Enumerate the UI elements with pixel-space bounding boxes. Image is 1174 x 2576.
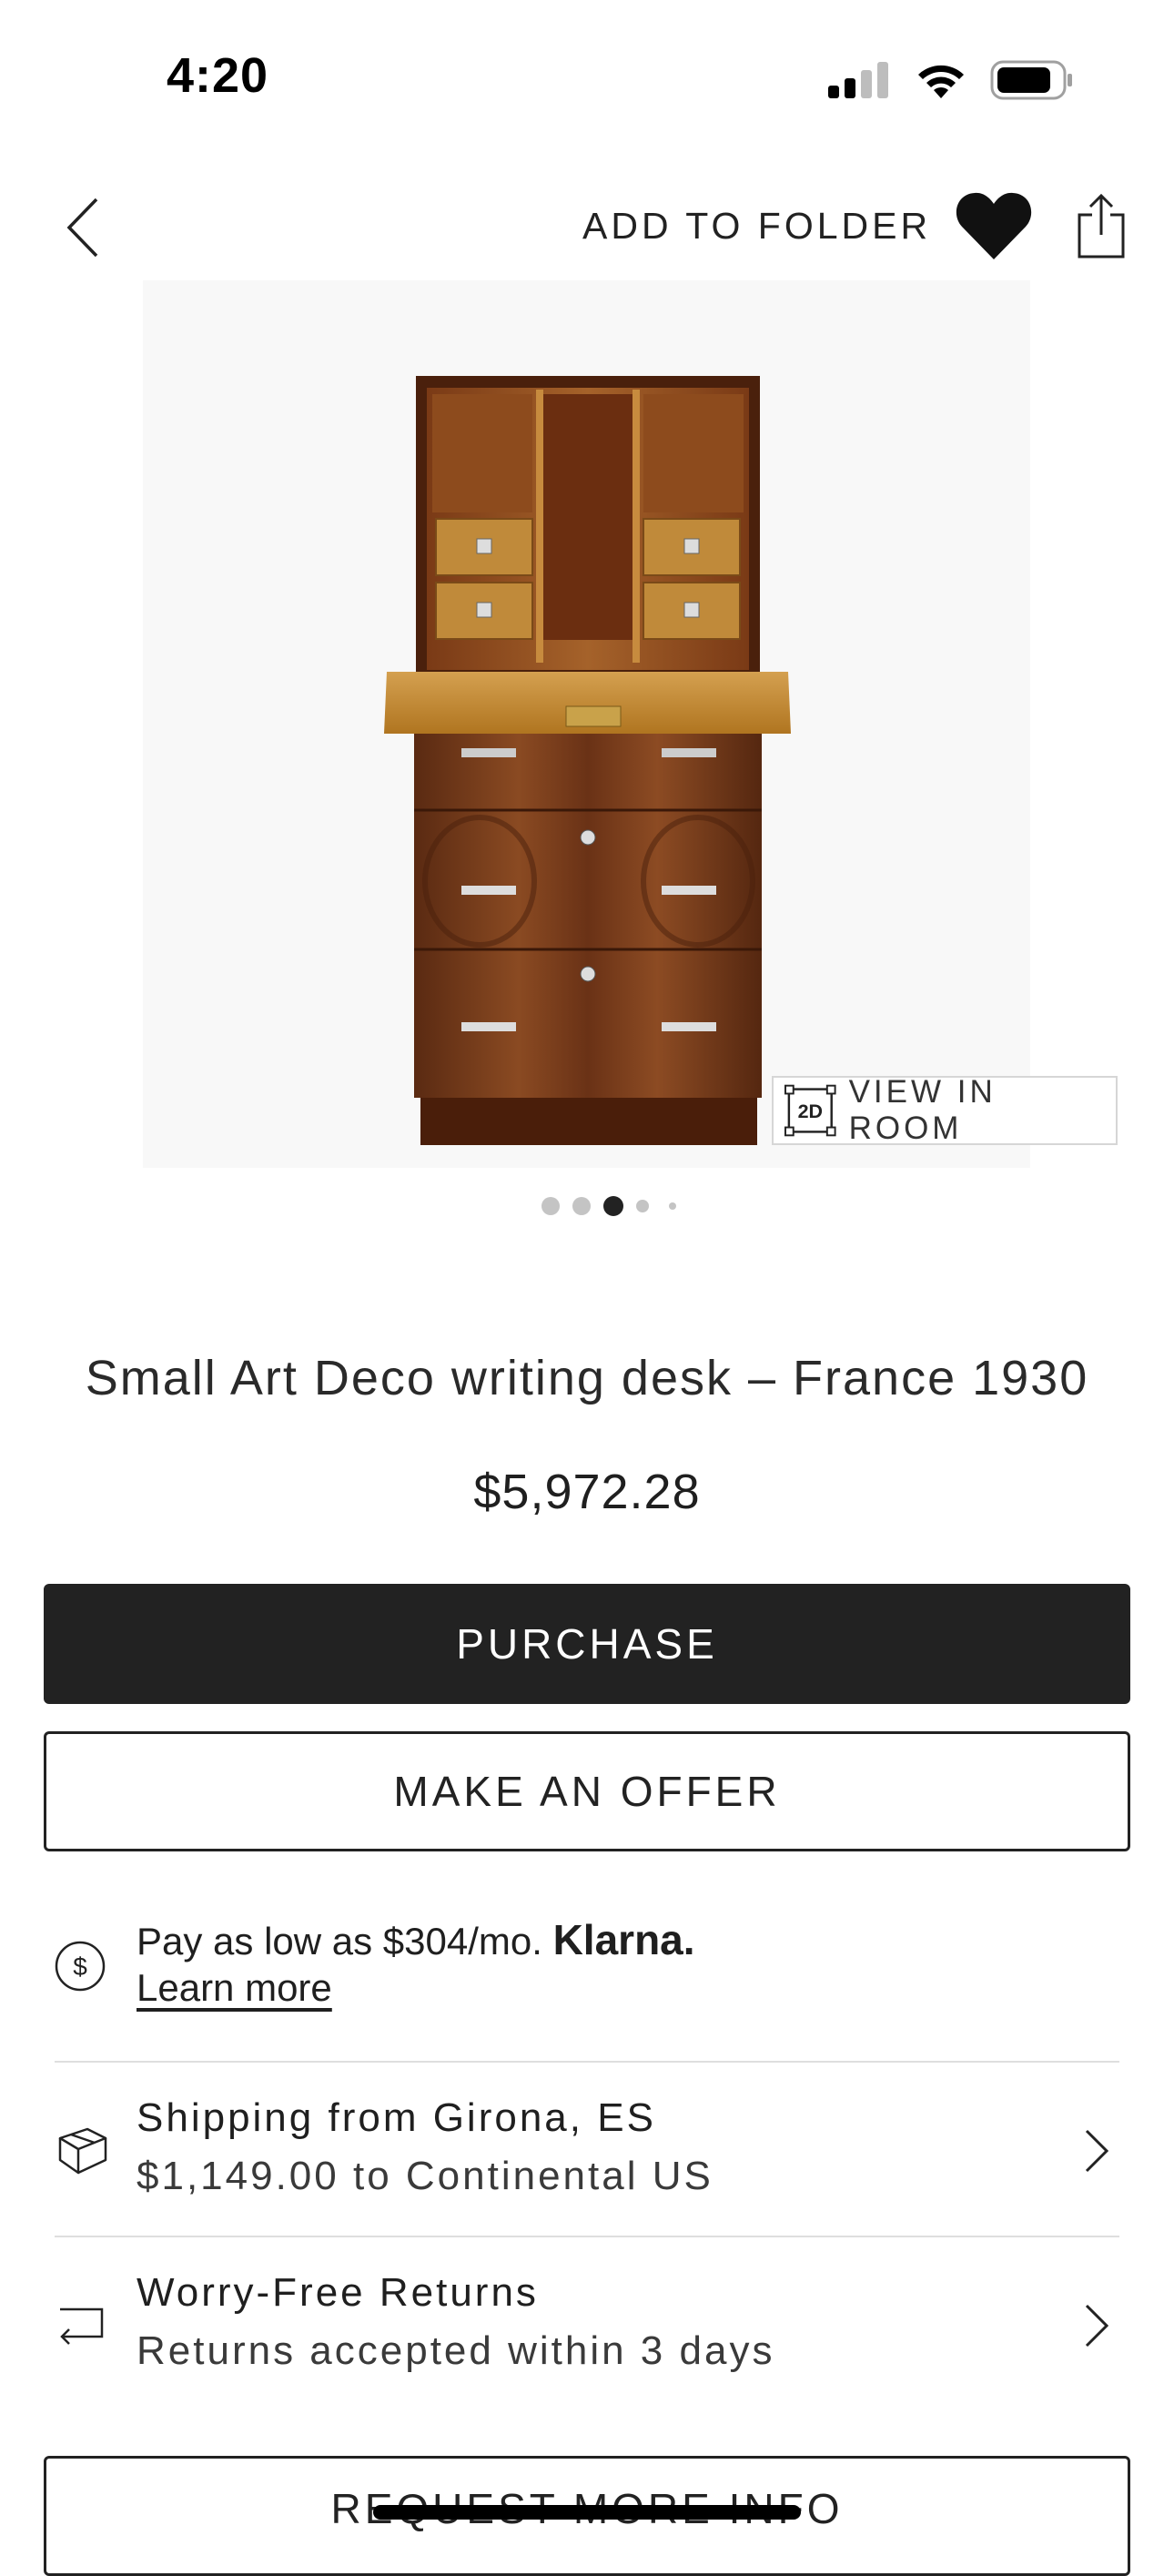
dollar-circle-icon: $ — [53, 1939, 107, 1993]
learn-more-link[interactable]: Learn more — [137, 1966, 332, 2010]
box-icon — [50, 2119, 114, 2183]
svg-text:$: $ — [73, 1952, 87, 1981]
product-title: Small Art Deco writing desk – France 193… — [85, 1351, 1089, 1405]
chevron-right-icon — [1074, 2294, 1119, 2358]
return-arrow-icon — [50, 2294, 114, 2358]
returns-detail: Returns accepted within 3 days — [137, 2328, 775, 2373]
product-image[interactable] — [143, 280, 1030, 1168]
wifi-icon — [918, 65, 964, 98]
favorite-button[interactable] — [948, 182, 1039, 269]
make-offer-button[interactable]: MAKE AN OFFER — [44, 1731, 1130, 1851]
writing-desk-image — [384, 376, 791, 1145]
carousel-dot[interactable] — [636, 1200, 649, 1212]
chevron-left-icon — [66, 198, 98, 258]
battery-icon — [990, 60, 1072, 100]
shipping-detail: $1,149.00 to Continental US — [137, 2154, 714, 2198]
returns-title: Worry-Free Returns — [137, 2270, 539, 2315]
shipping-title: Shipping from Girona, ES — [137, 2095, 656, 2140]
svg-text:2D: 2D — [798, 1100, 823, 1122]
view-in-room-icon: 2D — [784, 1084, 836, 1137]
klarna-brand: Klarna. — [552, 1916, 695, 1963]
klarna-info: Pay as low as $304/mo. Klarna. — [137, 1915, 695, 1964]
cellular-signal-icon — [828, 62, 888, 98]
home-indicator — [373, 2505, 801, 2520]
klarna-text: Pay as low as $304/mo. — [137, 1920, 542, 1962]
heart-icon — [956, 192, 1032, 259]
view-in-room-button[interactable]: 2D VIEW IN ROOM — [772, 1074, 1118, 1146]
carousel-dots[interactable] — [541, 1192, 676, 1220]
carousel-dot[interactable] — [669, 1202, 676, 1210]
status-time: 4:20 — [167, 48, 269, 103]
back-button[interactable] — [36, 182, 127, 273]
add-to-folder-button[interactable]: ADD TO FOLDER — [582, 198, 931, 253]
product-price: $5,972.28 — [473, 1465, 701, 1519]
share-button[interactable] — [1065, 182, 1138, 269]
purchase-button[interactable]: PURCHASE — [44, 1584, 1130, 1704]
chevron-right-icon — [1074, 2119, 1119, 2183]
shipping-row[interactable] — [0, 2063, 1174, 2236]
returns-row[interactable] — [0, 2237, 1174, 2410]
carousel-dot-active[interactable] — [603, 1196, 623, 1216]
carousel-dot[interactable] — [541, 1197, 560, 1215]
carousel-dot[interactable] — [572, 1197, 591, 1215]
view-in-room-label: VIEW IN ROOM — [848, 1074, 997, 1146]
status-icons — [828, 53, 1074, 107]
share-icon — [1078, 193, 1125, 259]
